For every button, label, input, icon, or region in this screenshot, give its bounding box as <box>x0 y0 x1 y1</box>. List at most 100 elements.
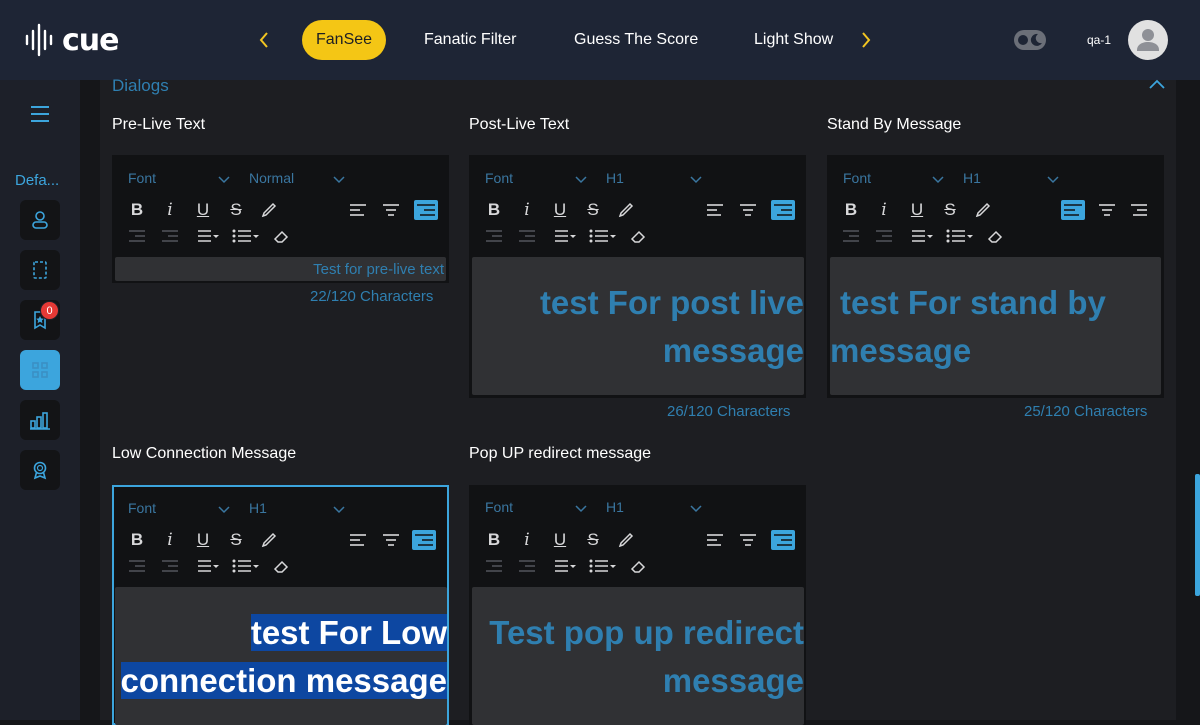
align-right-icon[interactable] <box>771 200 795 220</box>
underline-icon[interactable]: U <box>193 200 213 220</box>
align-center-icon[interactable] <box>381 200 401 220</box>
scrollbar[interactable] <box>1195 474 1200 596</box>
strikethrough-icon[interactable]: S <box>940 200 960 220</box>
editor-pre-live[interactable]: Font Normal B i U S Test for pre-live te… <box>112 155 449 283</box>
align-right-icon[interactable] <box>414 200 438 220</box>
align-center-icon[interactable] <box>1097 200 1117 220</box>
sidebar-item-analytics[interactable] <box>20 400 60 440</box>
align-right-icon[interactable] <box>412 530 436 550</box>
chevron-down-icon[interactable] <box>932 176 944 184</box>
underline-icon[interactable]: U <box>550 200 570 220</box>
strikethrough-icon[interactable]: S <box>226 530 246 550</box>
strikethrough-icon[interactable]: S <box>583 530 603 550</box>
eraser-icon[interactable] <box>629 556 649 576</box>
chevron-down-icon[interactable] <box>690 505 702 513</box>
chevron-down-icon[interactable] <box>690 176 702 184</box>
outdent-icon[interactable] <box>127 226 147 246</box>
align-right-icon[interactable] <box>771 530 795 550</box>
italic-icon[interactable]: i <box>517 530 537 550</box>
ordered-list-icon[interactable] <box>548 226 576 246</box>
outdent-icon[interactable] <box>484 226 504 246</box>
bold-icon[interactable]: B <box>127 200 147 220</box>
bullet-list-icon[interactable] <box>231 226 259 246</box>
align-left-icon[interactable] <box>348 530 368 550</box>
eraser-icon[interactable] <box>629 226 649 246</box>
ordered-list-icon[interactable] <box>548 556 576 576</box>
editor-post-live[interactable]: Font H1 B i U S test For post live messa… <box>469 155 806 398</box>
italic-icon[interactable]: i <box>517 200 537 220</box>
nav-next-button[interactable] <box>854 28 878 52</box>
bullet-list-icon[interactable] <box>231 556 259 576</box>
heading-select[interactable]: H1 <box>606 170 624 186</box>
sidebar-item-awards[interactable] <box>20 450 60 490</box>
editor-content-selected[interactable]: test For Low connection message <box>115 587 447 725</box>
highlighter-icon[interactable] <box>973 200 993 220</box>
highlighter-icon[interactable] <box>616 530 636 550</box>
font-select[interactable]: Font <box>128 500 156 516</box>
align-left-icon[interactable] <box>348 200 368 220</box>
sidebar-item-settings[interactable] <box>20 350 60 390</box>
eraser-icon[interactable] <box>272 226 292 246</box>
font-select[interactable]: Font <box>485 499 513 515</box>
ordered-list-icon[interactable] <box>191 226 219 246</box>
chevron-down-icon[interactable] <box>218 176 230 184</box>
editor-stand-by[interactable]: Font H1 B i U S test For stand by messag… <box>827 155 1164 398</box>
bold-icon[interactable]: B <box>127 530 147 550</box>
nav-prev-button[interactable] <box>252 28 276 52</box>
editor-popup-redirect[interactable]: Font H1 B i U S Test pop up redirect mes… <box>469 485 806 725</box>
eraser-icon[interactable] <box>272 556 292 576</box>
ordered-list-icon[interactable] <box>191 556 219 576</box>
font-select[interactable]: Font <box>485 170 513 186</box>
align-center-icon[interactable] <box>738 530 758 550</box>
heading-select[interactable]: H1 <box>249 500 267 516</box>
indent-icon[interactable] <box>160 556 180 576</box>
editor-content[interactable]: test For post live message <box>472 257 804 395</box>
strikethrough-icon[interactable]: S <box>226 200 246 220</box>
editor-content[interactable]: test For stand by message <box>830 257 1161 395</box>
tab-fanatic-filter[interactable]: Fanatic Filter <box>424 20 516 60</box>
tab-guess-the-score[interactable]: Guess The Score <box>574 20 698 60</box>
align-center-icon[interactable] <box>738 200 758 220</box>
sidebar-item-screens[interactable] <box>20 250 60 290</box>
outdent-icon[interactable] <box>484 556 504 576</box>
editor-content[interactable]: Test pop up redirect message <box>472 587 804 725</box>
indent-icon[interactable] <box>517 226 537 246</box>
highlighter-icon[interactable] <box>259 200 279 220</box>
italic-icon[interactable]: i <box>160 200 180 220</box>
underline-icon[interactable]: U <box>907 200 927 220</box>
align-right-icon[interactable] <box>1129 200 1149 220</box>
heading-select[interactable]: H1 <box>606 499 624 515</box>
heading-select[interactable]: H1 <box>963 170 981 186</box>
chevron-down-icon[interactable] <box>1047 176 1059 184</box>
chevron-down-icon[interactable] <box>218 506 230 514</box>
align-left-icon[interactable] <box>705 530 725 550</box>
editor-content[interactable]: Test for pre-live text <box>115 257 446 281</box>
editor-low-connection[interactable]: Font H1 B i U S test For Low connection … <box>112 485 449 725</box>
indent-icon[interactable] <box>874 226 894 246</box>
tab-light-show[interactable]: Light Show <box>754 20 833 60</box>
chevron-up-icon[interactable] <box>1148 78 1166 90</box>
bullet-list-icon[interactable] <box>588 556 616 576</box>
sidebar-item-users[interactable] <box>20 200 60 240</box>
bold-icon[interactable]: B <box>841 200 861 220</box>
bold-icon[interactable]: B <box>484 200 504 220</box>
indent-icon[interactable] <box>160 226 180 246</box>
font-select[interactable]: Font <box>128 170 156 186</box>
eraser-icon[interactable] <box>986 226 1006 246</box>
ordered-list-icon[interactable] <box>905 226 933 246</box>
tab-fansee[interactable]: FanSee <box>302 20 387 60</box>
outdent-icon[interactable] <box>127 556 147 576</box>
avatar[interactable] <box>1128 20 1168 60</box>
chevron-down-icon[interactable] <box>333 506 345 514</box>
theme-toggle[interactable] <box>1014 30 1046 50</box>
chevron-down-icon[interactable] <box>575 176 587 184</box>
chevron-down-icon[interactable] <box>575 505 587 513</box>
highlighter-icon[interactable] <box>616 200 636 220</box>
menu-icon[interactable] <box>30 104 50 124</box>
italic-icon[interactable]: i <box>874 200 894 220</box>
outdent-icon[interactable] <box>841 226 861 246</box>
bold-icon[interactable]: B <box>484 530 504 550</box>
cue-logo[interactable]: cue <box>24 22 119 58</box>
underline-icon[interactable]: U <box>550 530 570 550</box>
user-name[interactable]: qa-1 <box>1087 33 1111 47</box>
